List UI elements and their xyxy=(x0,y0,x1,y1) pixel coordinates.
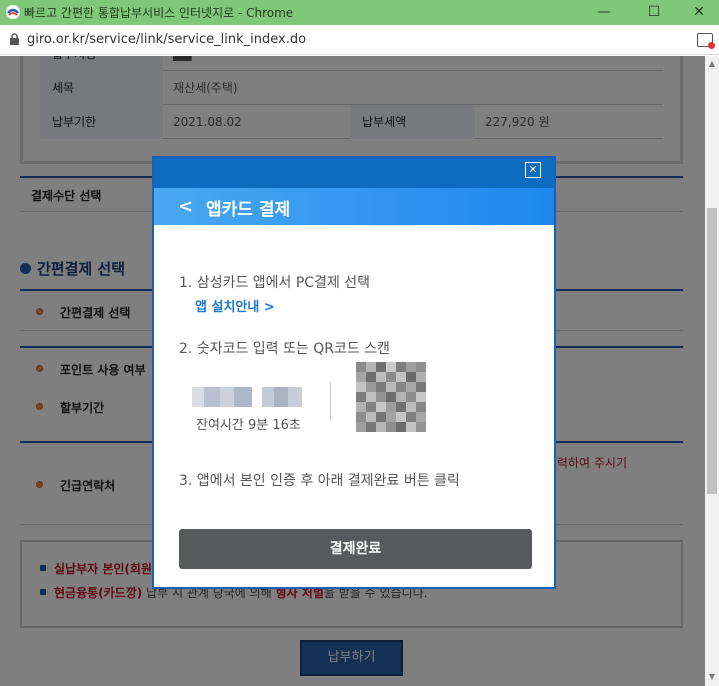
page-action-icon[interactable] xyxy=(697,33,715,49)
modal-topbar: ✕ xyxy=(154,158,554,188)
modal-header: < 앱카드 결제 xyxy=(154,188,554,225)
window-title: 빠르고 간편한 통합납부서비스 인터넷지로 - Chrome xyxy=(24,6,294,20)
step-1-text: 1. 삼성카드 앱에서 PC결제 선택 xyxy=(179,275,371,291)
scrollbar-thumb[interactable] xyxy=(707,208,717,494)
app-install-guide-link[interactable]: 앱 설치안내 > xyxy=(195,296,275,315)
step-2-text: 2. 숫자코드 입력 또는 QR코드 스캔 xyxy=(179,341,390,357)
maximize-button[interactable]: ☐ xyxy=(644,2,664,22)
back-chevron-icon[interactable]: < xyxy=(178,196,193,217)
scroll-down-icon[interactable]: ▼ xyxy=(705,670,719,684)
remaining-time-text: 잔여시간 9분 16초 xyxy=(196,418,301,433)
url-text[interactable]: giro.or.kr/service/link/service_link_ind… xyxy=(27,32,306,47)
payment-complete-button[interactable]: 결제완료 xyxy=(179,529,532,569)
window-titlebar: 빠르고 간편한 통합납부서비스 인터넷지로 - Chrome — ☐ ✕ xyxy=(0,0,719,25)
minimize-button[interactable]: — xyxy=(594,2,614,22)
close-window-button[interactable]: ✕ xyxy=(689,2,709,22)
close-icon[interactable]: ✕ xyxy=(525,162,541,178)
scroll-up-icon[interactable]: ▲ xyxy=(705,57,719,71)
vertical-divider xyxy=(330,382,331,420)
numeric-code-blurred xyxy=(192,387,304,407)
qr-code-blurred xyxy=(356,362,426,432)
lock-icon xyxy=(10,33,19,45)
modal-title: 앱카드 결제 xyxy=(206,200,291,220)
address-bar[interactable]: giro.or.kr/service/link/service_link_ind… xyxy=(0,25,719,55)
step-3-text: 3. 앱에서 본인 인증 후 아래 결제완료 버튼 클릭 xyxy=(179,473,460,489)
site-logo-icon xyxy=(6,5,20,19)
appcard-payment-modal: ✕ < 앱카드 결제 1. 삼성카드 앱에서 PC결제 선택 앱 설치안내 > … xyxy=(152,156,556,589)
